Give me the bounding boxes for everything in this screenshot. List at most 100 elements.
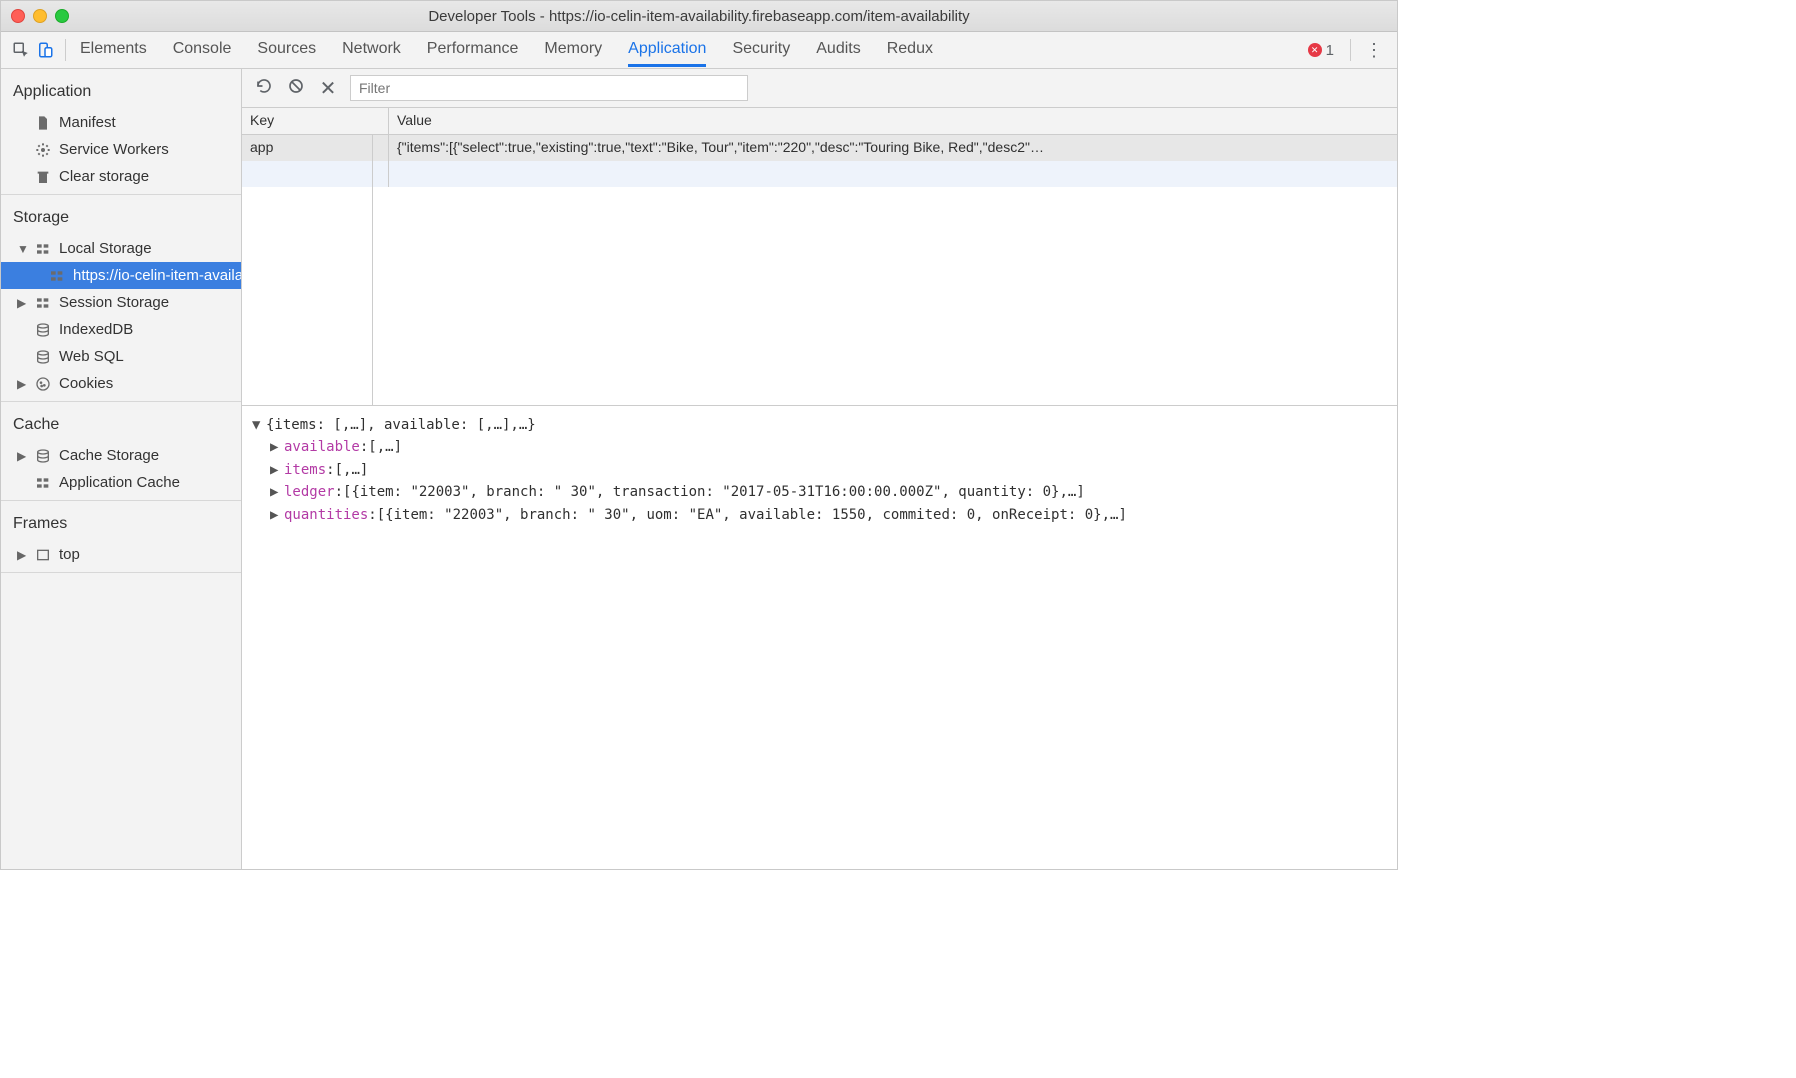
device-toolbar-icon[interactable]: [33, 38, 57, 62]
error-count-badge[interactable]: 1: [1308, 42, 1334, 59]
tab-elements[interactable]: Elements: [80, 34, 147, 66]
tab-performance[interactable]: Performance: [427, 34, 519, 66]
error-icon: [1308, 43, 1322, 57]
sidebar-item-label: Service Workers: [59, 141, 169, 158]
disclosure-triangle-icon[interactable]: ▼: [17, 242, 27, 256]
disclosure-triangle-icon[interactable]: ▶: [17, 296, 27, 310]
object-property-row[interactable]: ▶ledger: [{item: "22003", branch: " 30",…: [252, 481, 1387, 503]
sidebar-item-origin[interactable]: https://io-celin-item-availab: [1, 262, 241, 289]
property-name: available: [284, 436, 360, 458]
object-summary[interactable]: {items: [,…], available: [,…],…}: [266, 414, 536, 436]
sidebar-item-service-workers[interactable]: Service Workers: [1, 136, 241, 163]
block-icon[interactable]: [286, 77, 306, 100]
table-row-empty[interactable]: [242, 161, 1397, 187]
value-inspector: ▼{items: [,…], available: [,…],…}▶availa…: [242, 406, 1397, 869]
sidebar-item-session-storage[interactable]: ▶ Session Storage: [1, 289, 241, 316]
sidebar-item-label: Session Storage: [59, 294, 169, 311]
sidebar-heading: Application: [1, 77, 241, 109]
property-value: [,…]: [335, 459, 369, 481]
property-value: [{item: "22003", branch: " 30", uom: "EA…: [377, 504, 1127, 526]
property-name: items: [284, 459, 326, 481]
main-panel: ✕ Key Value app {"items":[{"select":true…: [242, 69, 1397, 869]
tab-sources[interactable]: Sources: [257, 34, 316, 66]
window-zoom-button[interactable]: [55, 9, 69, 23]
object-property-row[interactable]: ▶items: [,…]: [252, 459, 1387, 481]
storage-toolbar: ✕: [242, 69, 1397, 108]
grid-icon: [49, 268, 65, 284]
sidebar-heading: Cache: [1, 410, 241, 442]
object-property-row[interactable]: ▶quantities: [{item: "22003", branch: " …: [252, 504, 1387, 526]
property-value: [,…]: [368, 436, 402, 458]
window-title: Developer Tools - https://io-celin-item-…: [1, 8, 1397, 25]
sidebar-item-label: Cookies: [59, 375, 113, 392]
disclosure-triangle-icon[interactable]: ▶: [17, 377, 27, 391]
sidebar-item-label: https://io-celin-item-availab: [73, 267, 242, 284]
sidebar-item-label: Application Cache: [59, 474, 180, 491]
window-minimize-button[interactable]: [33, 9, 47, 23]
grid-icon: [35, 241, 51, 257]
property-value: [{item: "22003", branch: " 30", transact…: [343, 481, 1085, 503]
db-icon: [35, 448, 51, 464]
window-titlebar: Developer Tools - https://io-celin-item-…: [1, 1, 1397, 32]
trash-icon: [35, 169, 51, 185]
db-icon: [35, 349, 51, 365]
cookie-icon: [35, 376, 51, 392]
disclosure-triangle-icon[interactable]: ▶: [270, 436, 284, 458]
sidebar-item-label: Local Storage: [59, 240, 152, 257]
sidebar-item-clear-storage[interactable]: Clear storage: [1, 163, 241, 190]
property-name: ledger: [284, 481, 335, 503]
refresh-icon[interactable]: [254, 77, 274, 100]
sidebar-item-indexeddb[interactable]: IndexedDB: [1, 316, 241, 343]
tab-redux[interactable]: Redux: [887, 34, 933, 66]
application-sidebar: Application Manifest Service Workers Clear …: [1, 69, 242, 869]
object-property-row[interactable]: ▶available: [,…]: [252, 436, 1387, 458]
tab-memory[interactable]: Memory: [544, 34, 602, 66]
sidebar-item-manifest[interactable]: Manifest: [1, 109, 241, 136]
db-icon: [35, 322, 51, 338]
disclosure-triangle-icon[interactable]: ▶: [17, 449, 27, 463]
cell-key: app: [242, 135, 389, 161]
sidebar-item-cache-storage[interactable]: ▶ Cache Storage: [1, 442, 241, 469]
error-count: 1: [1326, 42, 1334, 59]
devtools-tabs-row: Elements Console Sources Network Performance…: [1, 32, 1397, 69]
column-resizer[interactable]: [372, 135, 373, 405]
inspect-element-icon[interactable]: [9, 38, 33, 62]
sidebar-item-label: Clear storage: [59, 168, 149, 185]
property-name: quantities: [284, 504, 368, 526]
tab-audits[interactable]: Audits: [816, 34, 860, 66]
window-close-button[interactable]: [11, 9, 25, 23]
frame-icon: [35, 547, 51, 563]
file-icon: [35, 115, 51, 131]
sidebar-item-application-cache[interactable]: Application Cache: [1, 469, 241, 496]
sidebar-item-label: Web SQL: [59, 348, 124, 365]
tab-network[interactable]: Network: [342, 34, 401, 66]
disclosure-triangle-icon[interactable]: ▼: [252, 414, 266, 436]
sidebar-item-label: top: [59, 546, 80, 563]
sidebar-item-label: IndexedDB: [59, 321, 133, 338]
tab-console[interactable]: Console: [173, 34, 232, 66]
more-menu-icon[interactable]: ⋮: [1359, 40, 1389, 61]
gear-icon: [35, 142, 51, 158]
sidebar-heading: Storage: [1, 203, 241, 235]
sidebar-item-label: Cache Storage: [59, 447, 159, 464]
cell-value: {"items":[{"select":true,"existing":true…: [389, 135, 1397, 161]
tab-security[interactable]: Security: [732, 34, 790, 66]
tab-application[interactable]: Application: [628, 34, 706, 67]
disclosure-triangle-icon[interactable]: ▶: [270, 459, 284, 481]
grid-icon: [35, 475, 51, 491]
clear-icon[interactable]: ✕: [318, 76, 338, 101]
disclosure-triangle-icon[interactable]: ▶: [270, 481, 284, 503]
disclosure-triangle-icon[interactable]: ▶: [17, 548, 27, 562]
sidebar-item-web-sql[interactable]: Web SQL: [1, 343, 241, 370]
table-row[interactable]: app {"items":[{"select":true,"existing":…: [242, 135, 1397, 161]
grid-icon: [35, 295, 51, 311]
sidebar-item-cookies[interactable]: ▶ Cookies: [1, 370, 241, 397]
sidebar-item-local-storage[interactable]: ▼ Local Storage: [1, 235, 241, 262]
sidebar-item-label: Manifest: [59, 114, 116, 131]
disclosure-triangle-icon[interactable]: ▶: [270, 504, 284, 526]
column-header-key[interactable]: Key: [242, 108, 389, 134]
key-value-table: Key Value app {"items":[{"select":true,"…: [242, 108, 1397, 406]
column-header-value[interactable]: Value: [389, 108, 1397, 134]
filter-input[interactable]: [350, 75, 748, 101]
sidebar-item-top[interactable]: ▶ top: [1, 541, 241, 568]
